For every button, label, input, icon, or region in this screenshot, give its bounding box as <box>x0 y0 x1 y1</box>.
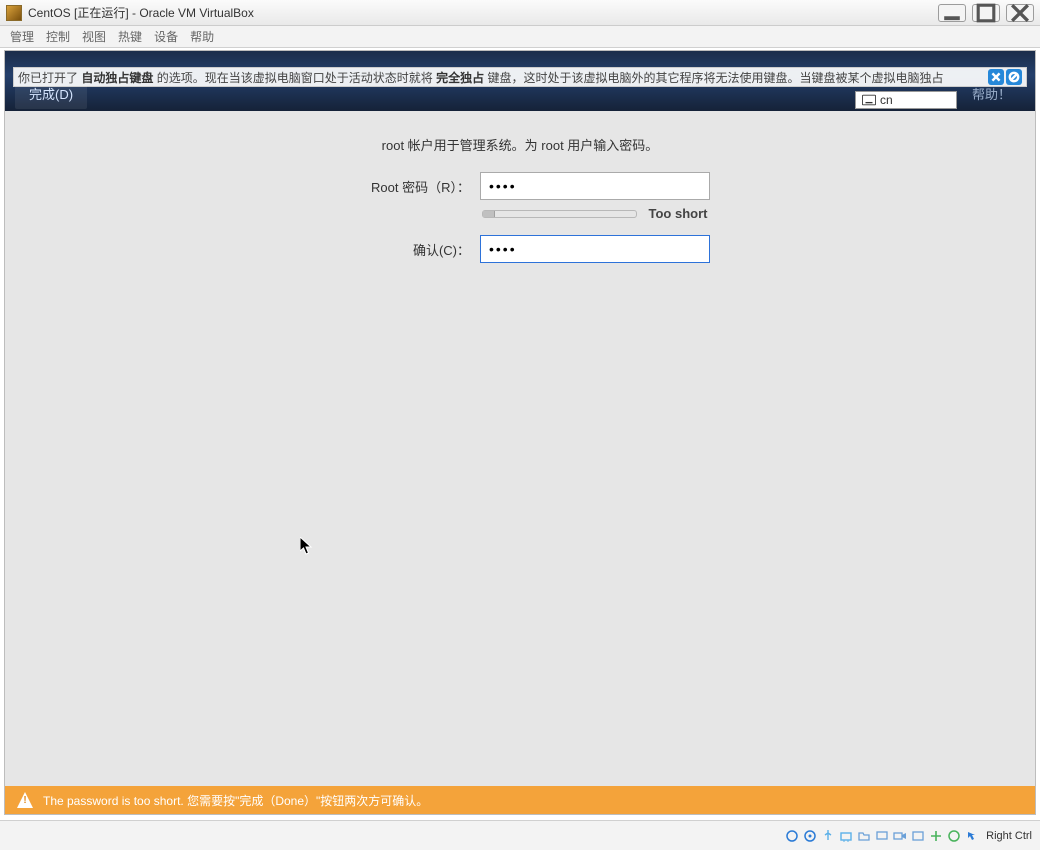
status-hdd-icon[interactable] <box>784 828 800 844</box>
menu-help[interactable]: 帮助 <box>190 28 214 45</box>
confirm-password-input[interactable] <box>480 235 710 263</box>
root-password-label: Root 密码（R）： <box>330 177 470 196</box>
menu-control[interactable]: 控制 <box>46 28 70 45</box>
kb-msg-mid: 的选项。现在当该虚拟电脑窗口处于活动状态时就将 <box>157 69 433 86</box>
warning-icon: ! <box>17 792 33 808</box>
warning-bar: ! The password is too short. 您需要按"完成（Don… <box>5 786 1035 814</box>
password-strength-row: Too short <box>5 206 1035 221</box>
status-clipboard-icon[interactable] <box>928 828 944 844</box>
status-optical-icon[interactable] <box>802 828 818 844</box>
root-password-input[interactable] <box>480 172 710 200</box>
kb-msg-bold2: 完全独占 <box>436 69 484 86</box>
menu-view[interactable]: 视图 <box>82 28 106 45</box>
root-password-form: root 帐户用于管理系统。为 root 用户输入密码。 Root 密码（R）：… <box>5 111 1035 263</box>
close-button[interactable] <box>1006 4 1034 22</box>
minimize-button[interactable] <box>938 4 966 22</box>
status-usb-icon[interactable] <box>820 828 836 844</box>
help-button[interactable]: 帮助！ <box>958 78 1025 109</box>
status-mouse-icon[interactable] <box>964 828 980 844</box>
kb-msg-suffix: 键盘，这时处于该虚拟电脑外的其它程序将无法使用键盘。当键盘被某个虚拟电脑独占 <box>487 69 943 86</box>
confirm-password-label: 确认(C)： <box>330 240 470 259</box>
keyboard-capture-message: 你已打开了 自动独占键盘 的选项。现在当该虚拟电脑窗口处于活动状态时就将 完全独… <box>13 67 1027 87</box>
status-display-icon[interactable] <box>874 828 890 844</box>
done-button[interactable]: 完成(D) <box>15 78 87 109</box>
confirm-password-row: 确认(C)： <box>5 235 1035 263</box>
status-network-icon[interactable] <box>838 828 854 844</box>
guest-display: 完成(D) 帮助！ cn 你已打开了 自动独占键盘 的选项。现在当该虚拟电脑窗口… <box>4 50 1036 815</box>
virtualbox-statusbar: Right Ctrl <box>0 820 1040 850</box>
status-audio-icon[interactable] <box>910 828 926 844</box>
keyboard-layout-indicator[interactable]: cn <box>855 91 957 109</box>
password-strength-text: Too short <box>649 206 709 221</box>
host-key-label: Right Ctrl <box>986 830 1032 842</box>
window-title: CentOS [正在运行] - Oracle VM VirtualBox <box>28 4 938 21</box>
kb-msg-bold1: 自动独占键盘 <box>81 69 153 86</box>
status-recording-icon[interactable] <box>892 828 908 844</box>
installer-header: 完成(D) 帮助！ cn 你已打开了 自动独占键盘 的选项。现在当该虚拟电脑窗口… <box>5 51 1035 111</box>
form-instruction: root 帐户用于管理系统。为 root 用户输入密码。 <box>5 135 1035 154</box>
status-shared-folder-icon[interactable] <box>856 828 872 844</box>
keyboard-layout-label: cn <box>880 93 893 107</box>
virtualbox-app-icon <box>6 5 22 21</box>
root-password-row: Root 密码（R）： <box>5 172 1035 200</box>
maximize-button[interactable] <box>972 4 1000 22</box>
virtualbox-menubar: 管理 控制 视图 热键 设备 帮助 <box>0 26 1040 48</box>
warning-text: The password is too short. 您需要按"完成（Done）… <box>43 792 428 809</box>
virtualbox-titlebar: CentOS [正在运行] - Oracle VM VirtualBox <box>0 0 1040 26</box>
password-strength-meter <box>482 210 637 218</box>
status-drag-icon[interactable] <box>946 828 962 844</box>
menu-hotkeys[interactable]: 热键 <box>118 28 142 45</box>
window-controls <box>938 4 1034 22</box>
keyboard-icon <box>862 94 876 106</box>
menu-devices[interactable]: 设备 <box>154 28 178 45</box>
menu-manage[interactable]: 管理 <box>10 28 34 45</box>
